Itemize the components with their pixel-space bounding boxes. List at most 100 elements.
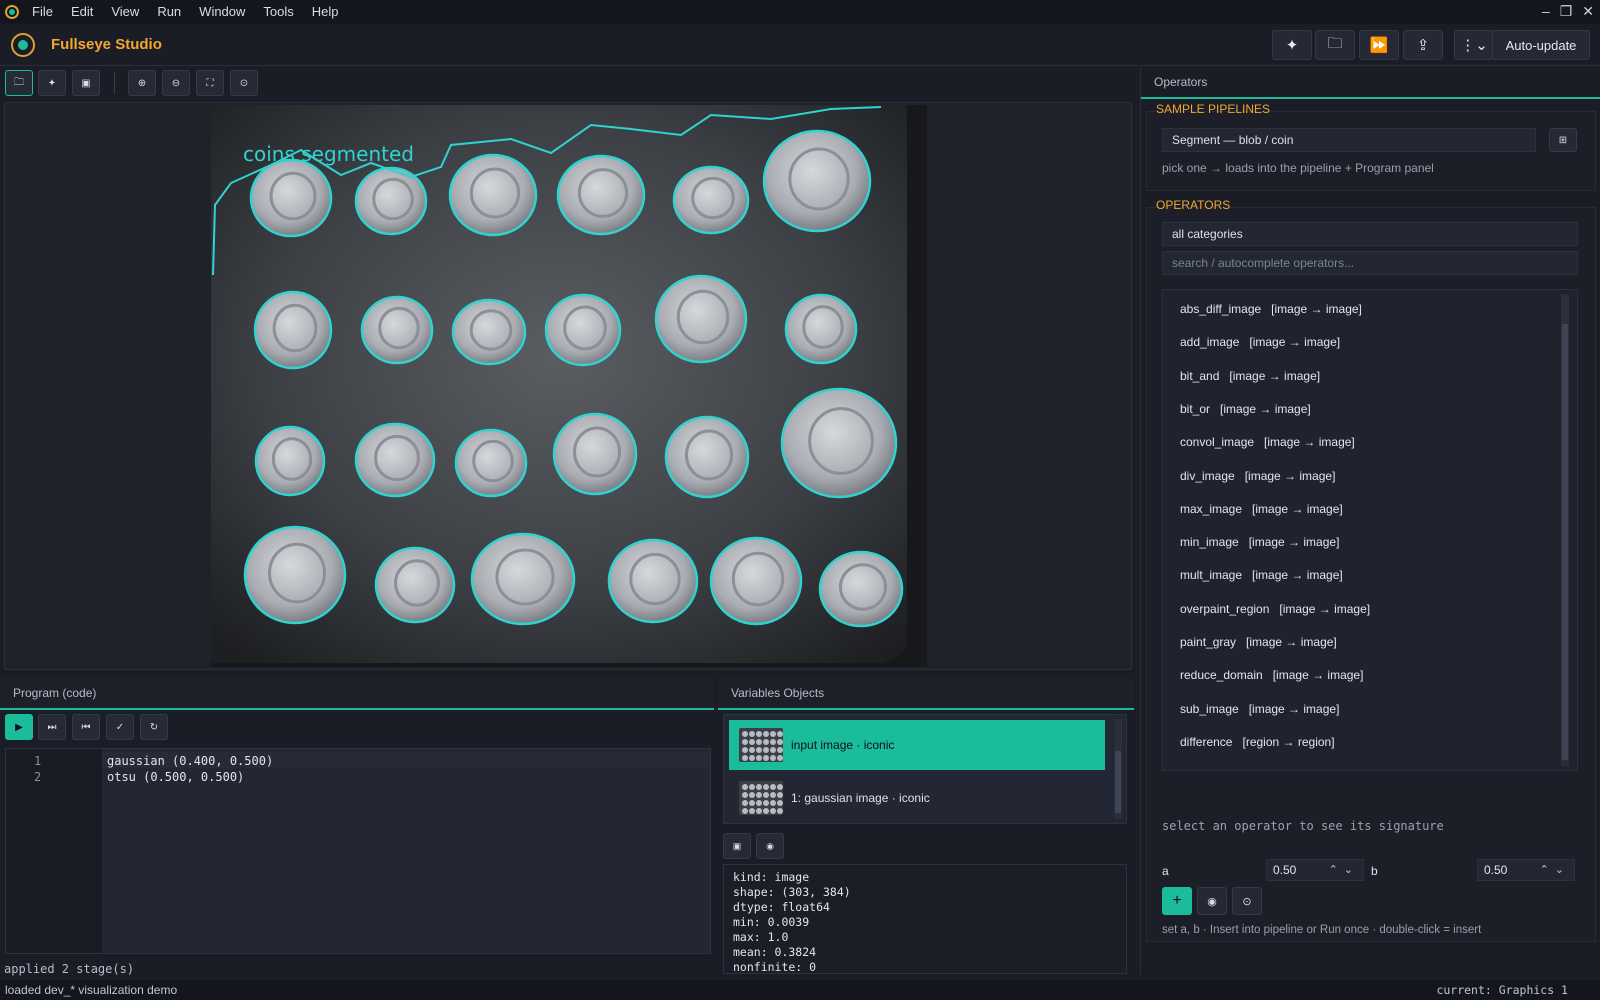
minimize-icon[interactable]: – [1542, 0, 1550, 22]
menu-run[interactable]: Run [148, 0, 190, 24]
param-b-value: 0.50 [1484, 863, 1508, 877]
menu-view[interactable]: View [102, 0, 148, 24]
reset-params-button[interactable]: ⊙ [1232, 887, 1262, 915]
variable-item-input[interactable]: input image · iconic [729, 720, 1105, 770]
info-nonfinite: nonfinite: 0 [733, 960, 817, 974]
upload-icon: ⇪ [1416, 37, 1430, 54]
open-folder-button[interactable]: 🗀 [1315, 30, 1355, 60]
spinner-arrows-icon[interactable]: ⌃⌄ [1540, 860, 1570, 880]
refresh-icon: ↻ [149, 721, 159, 733]
operator-list-item[interactable]: difference [region → region] [1180, 735, 1335, 749]
operator-search-input[interactable]: search / autocomplete operators... [1162, 251, 1578, 275]
graphics-canvas[interactable]: coins segmented [4, 102, 1132, 670]
info-mean: mean: 0.3824 [733, 945, 817, 959]
reload-button[interactable]: ↻ [140, 714, 168, 740]
operator-list-item[interactable]: sub_image [image → image] [1180, 702, 1339, 716]
operator-list-item[interactable]: div_image [image → image] [1180, 469, 1335, 483]
thumbnail-coin [770, 747, 776, 753]
variable-info: kind: image shape: (303, 384) dtype: flo… [723, 864, 1127, 974]
zoom-in-button[interactable]: ⊕ [128, 70, 156, 96]
load-pipeline-button[interactable]: ⊞ [1549, 128, 1577, 152]
code-editor[interactable]: 1 gaussian (0.400, 0.500) 2 otsu (0.500,… [5, 748, 711, 954]
insert-operator-button[interactable]: + [1162, 887, 1192, 915]
check-button[interactable]: ✓ [106, 714, 134, 740]
operator-list-item[interactable]: convol_image [image → image] [1180, 435, 1355, 449]
operator-list-item[interactable]: mult_image [image → image] [1180, 568, 1343, 582]
segmented-coin [249, 158, 333, 238]
thumbnail-coin [777, 784, 783, 790]
run-button[interactable]: ▶ [5, 714, 33, 740]
menu-tools[interactable]: Tools [254, 0, 302, 24]
operator-list-item[interactable]: paint_gray [image → image] [1180, 635, 1337, 649]
thumbnail-coin [763, 792, 769, 798]
operator-list-item[interactable]: max_image [image → image] [1180, 502, 1343, 516]
operator-list-scrollbar[interactable] [1561, 294, 1569, 766]
export-button[interactable]: ⇪ [1403, 30, 1443, 60]
close-icon[interactable]: ✕ [1582, 0, 1594, 22]
reset-view-button[interactable]: ⊙ [230, 70, 258, 96]
thumbnail-coin [742, 755, 748, 761]
toolbar-divider [114, 72, 115, 94]
variable-list: input image · iconic 1: gaussian image ·… [723, 714, 1127, 824]
thumbnail-coin [742, 808, 748, 814]
draw-tool-button[interactable]: ✦ [38, 70, 66, 96]
menu-help[interactable]: Help [303, 0, 348, 24]
thumbnail-coin [756, 808, 762, 814]
restore-icon[interactable]: ❐ [1560, 0, 1573, 22]
run-once-button[interactable]: ◉ [1197, 887, 1227, 915]
variable-scrollbar[interactable] [1114, 719, 1122, 819]
segmented-coin [780, 387, 898, 499]
thumbnail-coin [749, 784, 755, 790]
variables-panel: Variables Objects input image · iconic 1… [718, 678, 1134, 978]
segmented-coin [448, 153, 538, 237]
operator-list-item[interactable]: reduce_domain [image → image] [1180, 668, 1363, 682]
menu-file[interactable]: File [23, 0, 62, 24]
operator-list-item[interactable]: overpaint_region [image → image] [1180, 602, 1370, 616]
operator-list-item[interactable]: bit_and [image → image] [1180, 369, 1320, 383]
sample-pipelines-title: SAMPLE PIPELINES [1156, 102, 1271, 116]
open-image-button[interactable]: 🗀 [5, 70, 33, 96]
code-line[interactable]: otsu (0.500, 0.500) [107, 770, 244, 784]
operator-list-item[interactable]: bit_or [image → image] [1180, 402, 1311, 416]
magic-wand-button[interactable]: ✦ [1272, 30, 1312, 60]
title-bar: Fullseye Studio ✦ 🗀 ⏩ ⇪ ⋮⌄ Auto-update [0, 24, 1600, 66]
menu-edit[interactable]: Edit [62, 0, 102, 24]
code-line[interactable]: gaussian (0.400, 0.500) [107, 754, 273, 768]
save-variable-button[interactable]: ▣ [723, 833, 751, 859]
thumbnail-coin [763, 755, 769, 761]
step-button[interactable]: ⏭ [38, 714, 66, 740]
param-a-spinner[interactable]: 0.50 ⌃⌄ [1266, 859, 1364, 881]
auto-update-button[interactable]: Auto-update [1492, 30, 1590, 60]
variable-item-gaussian[interactable]: 1: gaussian image · iconic [729, 773, 1105, 823]
view-variable-button[interactable]: ◉ [756, 833, 784, 859]
param-b-spinner[interactable]: 0.50 ⌃⌄ [1477, 859, 1575, 881]
thumbnail-coin [756, 784, 762, 790]
thumbnail-coin [749, 739, 755, 745]
step-icon: ⏭ [47, 721, 57, 733]
reset-icon: ⊙ [1242, 895, 1252, 908]
thumbnail-coin [777, 800, 783, 806]
menu-window[interactable]: Window [190, 0, 254, 24]
save-image-button[interactable]: ▣ [72, 70, 100, 96]
zoom-out-button[interactable]: ⊖ [162, 70, 190, 96]
thumbnail-coin [756, 731, 762, 737]
more-menu-button[interactable]: ⋮⌄ [1454, 30, 1494, 60]
operator-action-hint: set a, b · Insert into pipeline or Run o… [1162, 924, 1482, 936]
sample-pipeline-select[interactable]: Segment — blob / coin [1162, 128, 1536, 152]
line-gutter [6, 749, 102, 953]
segmented-coin [374, 546, 456, 624]
spinner-arrows-icon[interactable]: ⌃⌄ [1329, 860, 1359, 880]
operator-list-item[interactable]: min_image [image → image] [1180, 535, 1339, 549]
thumbnail-coin [763, 784, 769, 790]
thumbnail-coin [763, 747, 769, 753]
reset-icon: ⊙ [239, 77, 249, 89]
run-all-button[interactable]: ⏩ [1359, 30, 1399, 60]
operator-list-item[interactable]: add_image [image → image] [1180, 335, 1340, 349]
thumbnail-coin [742, 747, 748, 753]
fit-view-button[interactable]: ⛶ [196, 70, 224, 96]
thumbnail-coin [777, 792, 783, 798]
operator-list-item[interactable]: abs_diff_image [image → image] [1180, 302, 1362, 316]
category-select[interactable]: all categories [1162, 222, 1578, 246]
reset-program-button[interactable]: ⏮ [72, 714, 100, 740]
target-icon: ◉ [1207, 895, 1217, 908]
